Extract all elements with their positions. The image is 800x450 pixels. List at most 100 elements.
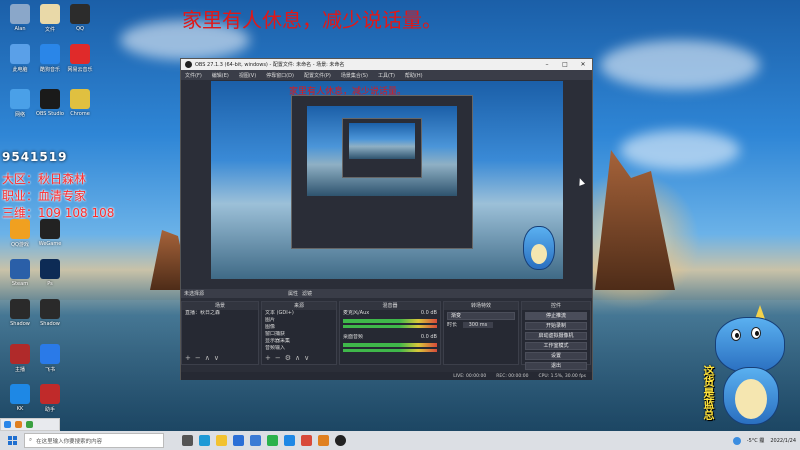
desktop-icon[interactable]: Chrome — [60, 89, 100, 117]
stop-streaming-button[interactable]: 停止推流 — [525, 312, 587, 320]
weather-text[interactable]: -5°C 霾 — [747, 437, 765, 444]
app-icon — [70, 4, 90, 24]
app-icon — [40, 259, 60, 279]
volume-slider[interactable] — [343, 325, 437, 328]
obs-statusbar: LIVE: 00:00:00 REC: 00:00:00 CPU: 1.5%, … — [181, 372, 592, 380]
desktop-icon[interactable]: WeGame — [30, 219, 70, 247]
studio-mode-button[interactable]: 工作室模式 — [525, 342, 587, 350]
start-button[interactable] — [0, 431, 24, 450]
obs-titlebar[interactable]: OBS 27.1.3 (64-bit, windows) - 配置文件: 未命名… — [181, 59, 592, 70]
tray-app-icon[interactable] — [4, 421, 11, 428]
mail-icon[interactable] — [250, 435, 261, 446]
scenes-dock: 场景 直播：秋日之森 +−∧∨ — [181, 301, 259, 365]
app-icon — [10, 259, 30, 279]
tray-app-icon[interactable] — [26, 421, 33, 428]
virtual-camera-button[interactable]: 启动虚拟摄像机 — [525, 332, 587, 340]
exit-button[interactable]: 退出 — [525, 362, 587, 370]
settings-button[interactable]: 设置 — [525, 352, 587, 360]
wechat-icon[interactable] — [267, 435, 278, 446]
system-tray: -5°C 霾 2022/1/24 — [732, 436, 800, 445]
desktop-icon[interactable]: 助手 — [30, 384, 70, 413]
source-item[interactable]: 图像 — [262, 324, 336, 331]
desktop-icon[interactable]: 网易云音乐 — [60, 44, 100, 73]
menu-file[interactable]: 文件(F) — [185, 72, 202, 79]
desktop-icon[interactable]: QQ — [60, 4, 100, 32]
source-item[interactable]: 显示器采集 — [262, 338, 336, 345]
desktop-icon-label: Shadow — [40, 321, 60, 327]
sanwei-text: 三维：109 108 108 — [2, 206, 115, 220]
desktop-icon[interactable]: 飞书 — [30, 344, 70, 373]
menu-edit[interactable]: 编辑(E) — [212, 72, 229, 79]
app-icon — [70, 44, 90, 64]
desktop-icon[interactable]: Ps — [30, 259, 70, 287]
source-item[interactable]: 音频输入 — [262, 345, 336, 352]
nested-preview-2 — [349, 123, 415, 159]
obs-window[interactable]: OBS 27.1.3 (64-bit, windows) - 配置文件: 未命名… — [180, 58, 593, 380]
menu-view[interactable]: 视图(V) — [239, 72, 256, 79]
obs-logo-icon — [185, 61, 192, 68]
minimize-icon[interactable]: – — [538, 61, 556, 68]
controls-header: 控件 — [522, 302, 590, 310]
search-placeholder: 在这里输入你要搜索的内容 — [36, 438, 103, 445]
app-icon — [10, 89, 30, 109]
volume-slider[interactable] — [343, 349, 437, 352]
desktop-icon-label: WeGame — [38, 241, 62, 247]
cloud — [600, 40, 760, 90]
desktop-icon-label: 文件 — [44, 27, 55, 33]
search-icon: ⌕ — [29, 437, 33, 443]
taskbar-search[interactable]: ⌕ 在这里输入你要搜索的内容 — [24, 433, 164, 448]
filters-button[interactable]: 滤镜 — [302, 290, 312, 297]
mixer-channel-db: 0.0 dB — [420, 310, 437, 316]
scene-controls[interactable]: +−∧∨ — [185, 354, 223, 362]
scenes-header: 场景 — [182, 302, 258, 310]
app-icon — [10, 4, 30, 24]
transition-select[interactable]: 渐变 — [447, 312, 515, 320]
duration-field[interactable]: 300 ms — [462, 322, 494, 328]
desktop-icon-label: 助手 — [44, 407, 55, 413]
desktop-icon-label: QQ — [76, 26, 84, 32]
maximize-icon[interactable]: □ — [556, 61, 574, 68]
sources-dock: 来源 文本 (GDI+) 图片 图像 窗口捕获 显示器采集 音频输入 +−⚙∧∨ — [261, 301, 337, 365]
task-view-icon[interactable] — [182, 435, 193, 446]
desktop-icon-label: Alan — [14, 26, 26, 32]
mixer-dock: 混音器 麦克风/Aux 0.0 dB 桌面音频 0.0 dB — [339, 301, 441, 365]
desktop-icon-label: 酷狗音乐 — [39, 67, 60, 73]
weather-icon[interactable] — [732, 436, 741, 445]
cpu-status: CPU: 1.5%, 30.00 fps — [538, 373, 587, 379]
windows-icon — [7, 436, 17, 445]
menu-tools[interactable]: 工具(T) — [378, 72, 395, 79]
mixer-channel-name: 麦克风/Aux — [343, 310, 370, 316]
taskbar-apps — [182, 435, 346, 446]
scene-item[interactable]: 直播：秋日之森 — [182, 310, 258, 317]
app-icon — [40, 299, 60, 319]
desktop-icon[interactable]: Shadow — [30, 299, 70, 327]
live-status: LIVE: 00:00:00 — [453, 373, 487, 379]
start-recording-button[interactable]: 开始录制 — [525, 322, 587, 330]
app-icon[interactable] — [318, 435, 329, 446]
menu-docks[interactable]: 停靠窗口(D) — [266, 72, 294, 79]
qq-icon[interactable] — [284, 435, 295, 446]
notification-strip[interactable] — [0, 418, 60, 431]
edge-icon[interactable] — [199, 435, 210, 446]
desktop-icon-label: KK — [16, 406, 24, 412]
desktop-icon-label: 主播 — [14, 367, 25, 373]
menu-help[interactable]: 帮助(H) — [405, 72, 423, 79]
clock[interactable]: 2022/1/24 — [770, 438, 796, 444]
no-source-label: 未选择源 — [184, 291, 205, 297]
app-icon[interactable] — [301, 435, 312, 446]
tray-app-icon[interactable] — [15, 421, 22, 428]
menu-scene-collection[interactable]: 场景集合(S) — [341, 72, 368, 79]
mascot-caption: 这货是蓝总 — [702, 365, 715, 420]
properties-button[interactable]: 属性 — [288, 290, 298, 297]
obs-preview[interactable]: 家里有人休息，减少说话量。 — [211, 81, 563, 279]
store-icon[interactable] — [233, 435, 244, 446]
menu-profile[interactable]: 配置文件(P) — [304, 72, 331, 79]
source-item[interactable]: 文本 (GDI+) — [262, 310, 336, 317]
mixer-channel-name: 桌面音频 — [343, 334, 364, 340]
explorer-icon[interactable] — [216, 435, 227, 446]
close-icon[interactable]: ✕ — [574, 61, 592, 68]
obs-taskbar-icon[interactable] — [335, 435, 346, 446]
source-item[interactable]: 窗口捕获 — [262, 331, 336, 338]
source-item[interactable]: 图片 — [262, 317, 336, 324]
source-controls[interactable]: +−⚙∧∨ — [265, 354, 313, 362]
